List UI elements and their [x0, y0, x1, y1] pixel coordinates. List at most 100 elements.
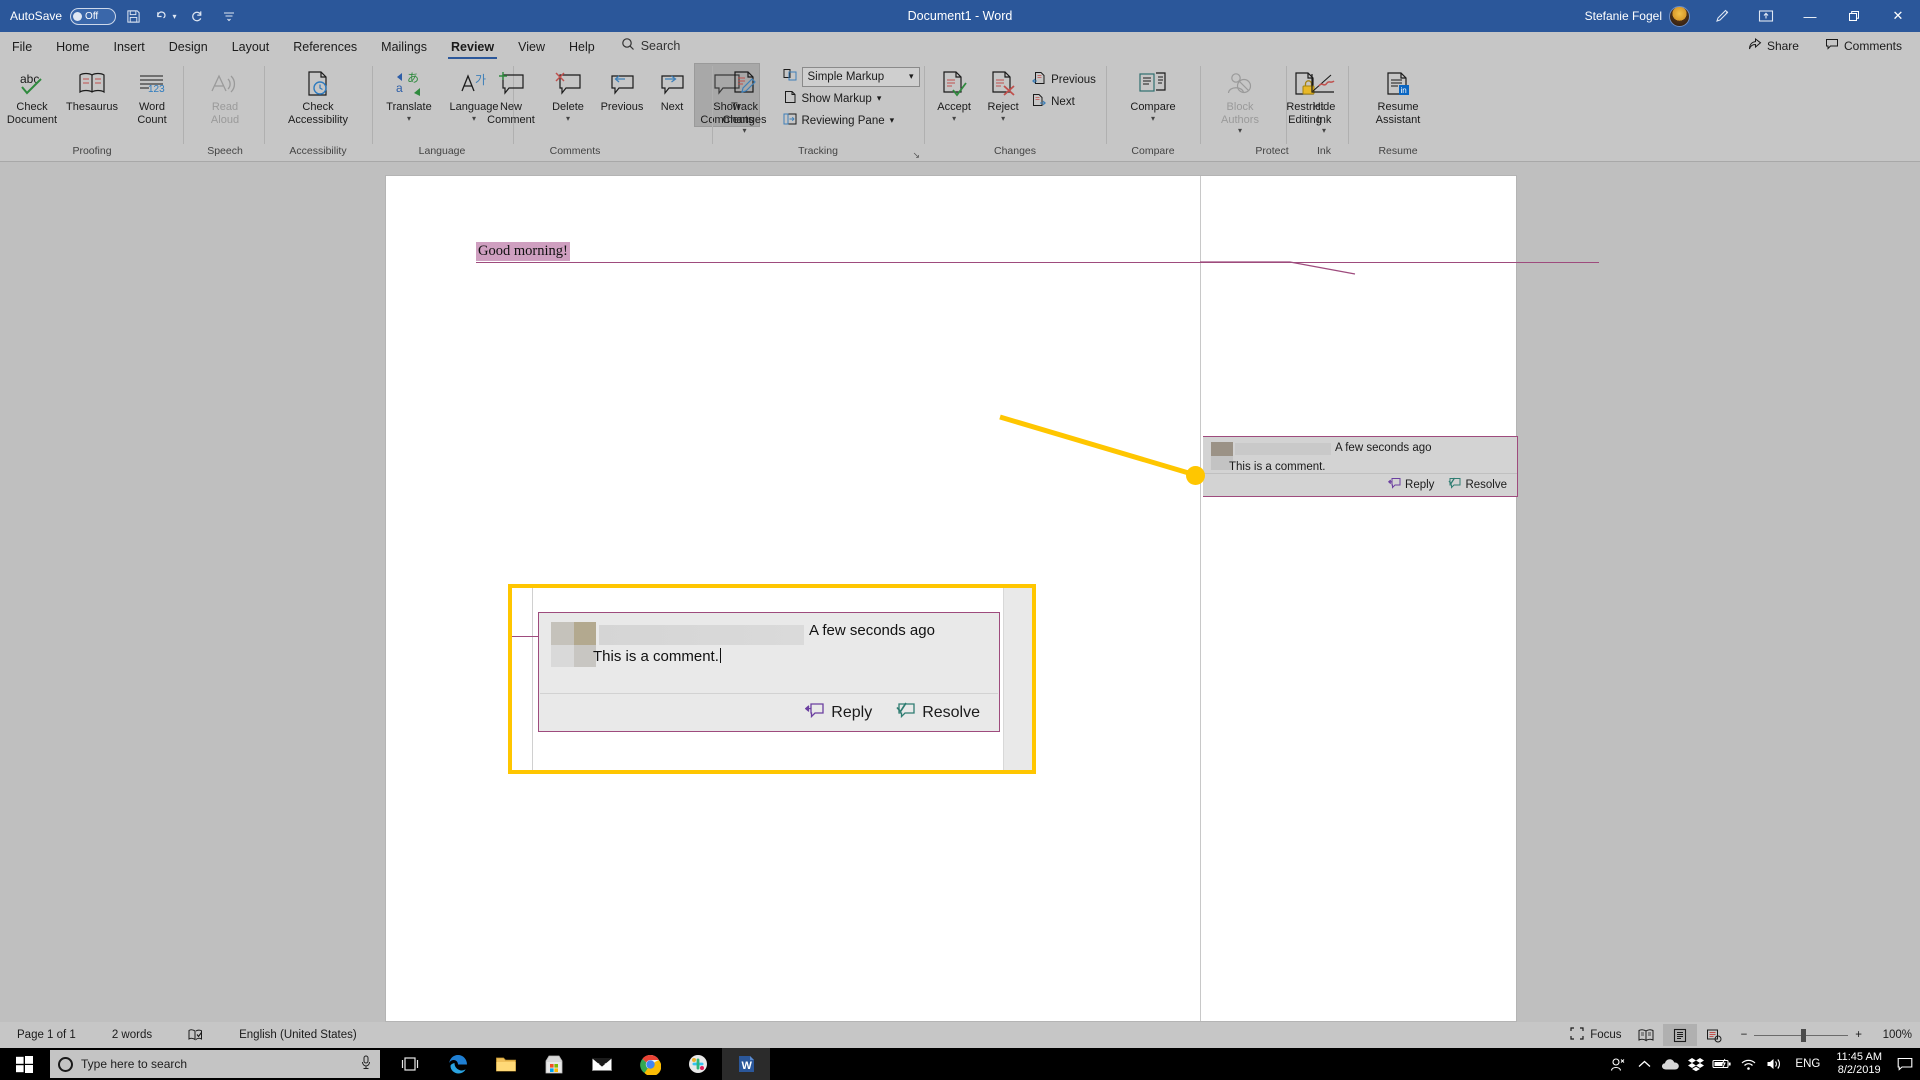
new-comment-button[interactable]: New Comment: [480, 63, 542, 127]
undo-dropdown-caret[interactable]: ▾: [173, 12, 177, 21]
callout-resolve-button[interactable]: Resolve: [896, 702, 980, 724]
avatar[interactable]: [1669, 5, 1690, 27]
previous-change-button[interactable]: Previous: [1027, 69, 1101, 90]
task-view-icon[interactable]: [386, 1048, 434, 1080]
read-aloud-button[interactable]: Read Aloud: [195, 63, 255, 127]
delete-dropdown-caret[interactable]: ▾: [566, 114, 570, 123]
thesaurus-button[interactable]: Thesaurus: [62, 63, 122, 115]
translate-dropdown-caret[interactable]: ▾: [407, 114, 411, 123]
search-input[interactable]: Search: [607, 34, 691, 60]
user-account-name[interactable]: Stefanie Fogel: [1585, 9, 1662, 23]
tab-insert[interactable]: Insert: [102, 37, 157, 60]
delete-comment-button[interactable]: Delete ▾: [542, 63, 594, 124]
dropbox-icon[interactable]: [1683, 1048, 1709, 1080]
tab-review[interactable]: Review: [439, 37, 506, 60]
customize-quick-access-icon[interactable]: [214, 2, 244, 30]
redo-icon[interactable]: [182, 2, 212, 30]
wifi-icon[interactable]: [1735, 1048, 1761, 1080]
markup-view-value-box[interactable]: Simple Markup ▾: [801, 66, 920, 87]
tab-mailings[interactable]: Mailings: [369, 37, 439, 60]
show-markup-dropdown[interactable]: Show Markup ▾: [778, 88, 925, 109]
comment-text[interactable]: This is a comment.: [1229, 461, 1517, 473]
edge-icon[interactable]: [434, 1048, 482, 1080]
hide-ink-button[interactable]: Hide Ink ▾: [1297, 63, 1351, 136]
reviewing-pane-dropdown[interactable]: Reviewing Pane ▾: [778, 110, 925, 131]
tab-file[interactable]: File: [0, 37, 44, 60]
proofing-status-icon[interactable]: [181, 1025, 210, 1045]
view-web-layout-button[interactable]: [1697, 1024, 1731, 1046]
translate-button[interactable]: aあ Translate ▾: [377, 63, 441, 124]
document-body-text[interactable]: Good morning!: [476, 242, 570, 261]
block-authors-dropdown-caret[interactable]: ▾: [1238, 127, 1242, 135]
restore-button[interactable]: [1832, 0, 1876, 32]
tab-home[interactable]: Home: [44, 37, 101, 60]
callout-comment-text[interactable]: This is a comment.: [593, 648, 999, 665]
next-comment-button[interactable]: Next: [650, 63, 694, 115]
block-authors-button[interactable]: Block Authors ▾: [1207, 63, 1273, 136]
ink-pen-icon[interactable]: [1700, 0, 1744, 32]
reject-dropdown-caret[interactable]: ▾: [1001, 114, 1005, 123]
onedrive-icon[interactable]: [1657, 1048, 1683, 1080]
document-canvas[interactable]: Good morning! A few seconds ago This is …: [0, 162, 1920, 1026]
markup-view-dropdown[interactable]: Simple Markup ▾: [778, 66, 925, 87]
focus-mode-button[interactable]: Focus: [1563, 1024, 1628, 1046]
zoom-level-label[interactable]: 100%: [1872, 1029, 1912, 1041]
chevron-down-icon[interactable]: ▾: [909, 71, 914, 82]
word-icon[interactable]: W: [722, 1048, 770, 1080]
minimize-button[interactable]: —: [1788, 0, 1832, 32]
callout-reply-button[interactable]: Reply: [805, 702, 872, 724]
mail-icon[interactable]: [578, 1048, 626, 1080]
zoom-out-button[interactable]: −: [1741, 1029, 1748, 1041]
chevron-down-icon[interactable]: ▾: [890, 115, 895, 126]
view-read-mode-button[interactable]: [1629, 1024, 1663, 1046]
share-button[interactable]: Share: [1738, 34, 1809, 58]
zoom-in-button[interactable]: +: [1855, 1029, 1862, 1041]
view-print-layout-button[interactable]: [1662, 1024, 1697, 1046]
comments-button[interactable]: Comments: [1815, 34, 1912, 58]
track-changes-dropdown-caret[interactable]: ▾: [742, 127, 746, 135]
callout-comment-card[interactable]: A few seconds ago This is a comment. Rep…: [538, 612, 1000, 732]
previous-comment-button[interactable]: Previous: [594, 63, 650, 115]
page-indicator[interactable]: Page 1 of 1: [10, 1026, 83, 1044]
close-button[interactable]: ✕: [1876, 0, 1920, 32]
tracking-dialog-launcher[interactable]: ↘: [912, 150, 920, 161]
comment-reply-button[interactable]: Reply: [1387, 477, 1434, 492]
undo-icon[interactable]: ▾: [150, 2, 180, 30]
tray-clock[interactable]: 11:45 AM 8/2/2019: [1828, 1051, 1890, 1077]
accept-dropdown-caret[interactable]: ▾: [952, 114, 956, 123]
check-document-button[interactable]: abc Check Document: [2, 63, 62, 127]
chevron-down-icon[interactable]: ▾: [877, 93, 882, 104]
next-change-button[interactable]: Next: [1027, 91, 1101, 112]
action-center-icon[interactable]: [1890, 1048, 1920, 1080]
file-explorer-icon[interactable]: [482, 1048, 530, 1080]
tab-design[interactable]: Design: [157, 37, 220, 60]
tab-layout[interactable]: Layout: [220, 37, 282, 60]
chrome-icon[interactable]: [626, 1048, 674, 1080]
hide-ink-dropdown-caret[interactable]: ▾: [1322, 127, 1326, 135]
battery-icon[interactable]: [1709, 1048, 1735, 1080]
accept-change-button[interactable]: Accept ▾: [929, 63, 979, 124]
save-icon[interactable]: [118, 2, 148, 30]
windows-start-icon[interactable]: [0, 1048, 48, 1080]
comment-balloon[interactable]: A few seconds ago This is a comment. Rep…: [1203, 436, 1518, 497]
zoom-slider-thumb[interactable]: [1801, 1028, 1807, 1042]
tray-language[interactable]: ENG: [1787, 1058, 1828, 1070]
tab-view[interactable]: View: [506, 37, 557, 60]
word-count-indicator[interactable]: 2 words: [105, 1026, 159, 1044]
volume-icon[interactable]: [1761, 1048, 1787, 1080]
check-accessibility-button[interactable]: Check Accessibility: [273, 63, 363, 127]
slack-icon[interactable]: [674, 1048, 722, 1080]
comment-resolve-button[interactable]: Resolve: [1448, 477, 1507, 492]
tab-help[interactable]: Help: [557, 37, 607, 60]
microsoft-store-icon[interactable]: [530, 1048, 578, 1080]
ribbon-display-options-icon[interactable]: [1744, 0, 1788, 32]
word-count-button[interactable]: 123 Word Count: [122, 63, 182, 127]
people-icon[interactable]: [1605, 1048, 1631, 1080]
microphone-icon[interactable]: [360, 1055, 372, 1073]
reject-change-button[interactable]: Reject ▾: [979, 63, 1027, 124]
autosave-toggle[interactable]: Off: [70, 7, 117, 25]
track-changes-button[interactable]: Track Changes ▾: [712, 63, 778, 136]
zoom-slider-track[interactable]: [1754, 1028, 1849, 1042]
language-indicator[interactable]: English (United States): [232, 1026, 364, 1044]
tab-references[interactable]: References: [281, 37, 369, 60]
